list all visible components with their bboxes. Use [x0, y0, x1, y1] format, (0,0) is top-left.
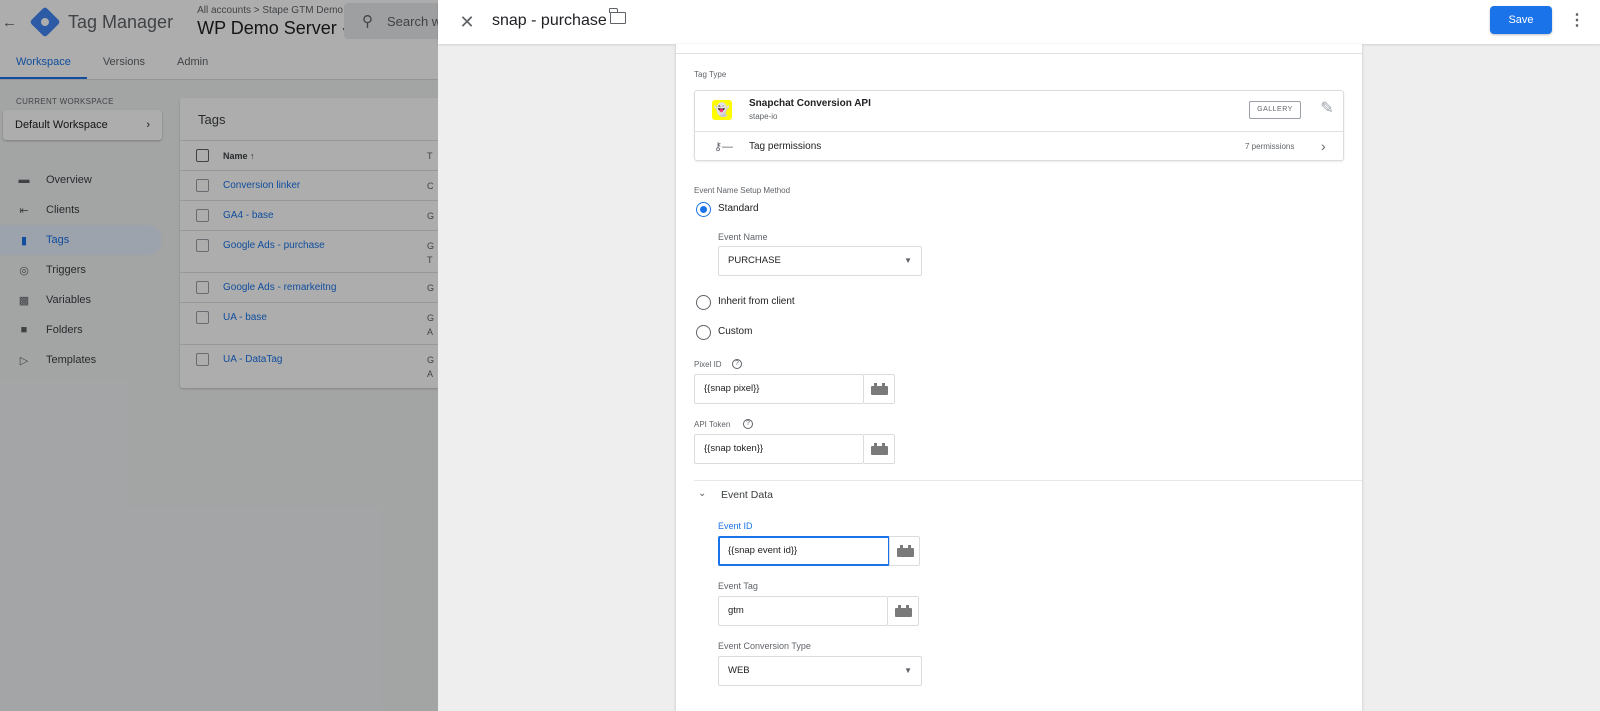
card-divider — [676, 53, 1362, 54]
variable-picker-button[interactable] — [864, 434, 895, 464]
pixel-id-input[interactable]: {{snap pixel}} — [694, 374, 864, 404]
event-id-value: {{snap event id}} — [728, 545, 798, 556]
tag-permissions-row[interactable]: ⚷— Tag permissions 7 permissions › — [695, 131, 1343, 161]
tag-editor-drawer: ✕ snap - purchase Save ⋮ Tag Type 👻 Snap… — [438, 0, 1600, 711]
variable-picker-button[interactable] — [889, 536, 920, 566]
tag-permissions-label: Tag permissions — [749, 141, 822, 152]
permissions-count: 7 permissions — [1245, 142, 1295, 151]
chevron-right-icon: › — [1321, 138, 1326, 154]
snapchat-icon: 👻 — [712, 100, 732, 120]
tag-type-vendor: stape-io — [749, 112, 778, 121]
chevron-down-icon[interactable]: ⌄ — [698, 488, 706, 499]
drawer-header: ✕ snap - purchase Save ⋮ — [438, 0, 1600, 44]
pixel-id-label: Pixel ID — [694, 360, 722, 369]
help-icon[interactable]: ? — [743, 419, 753, 429]
close-icon[interactable]: ✕ — [455, 10, 479, 34]
event-data-section-title[interactable]: Event Data — [721, 489, 773, 501]
key-icon: ⚷— — [714, 141, 734, 153]
tag-configuration-card: Tag Type 👻 Snapchat Conversion API stape… — [676, 44, 1362, 711]
dropdown-arrow-icon: ▼ — [904, 256, 912, 265]
tag-type-label: Tag Type — [694, 70, 727, 79]
save-button[interactable]: Save — [1490, 6, 1552, 34]
event-conversion-type-value: WEB — [728, 665, 750, 676]
radio-custom[interactable] — [696, 325, 711, 340]
gallery-button[interactable]: GALLERY — [1249, 101, 1301, 119]
help-icon[interactable]: ? — [732, 359, 742, 369]
dropdown-arrow-icon: ▼ — [904, 666, 912, 675]
variable-brick-icon — [897, 545, 914, 557]
event-id-input[interactable]: {{snap event id}} — [718, 536, 890, 566]
tag-type-name: Snapchat Conversion API — [749, 98, 871, 109]
tag-name-title[interactable]: snap - purchase — [492, 12, 607, 30]
variable-brick-icon — [871, 443, 888, 455]
event-conversion-type-select[interactable]: WEB ▼ — [718, 656, 922, 686]
tag-type-row[interactable]: 👻 Snapchat Conversion API stape-io GALLE… — [695, 91, 1343, 131]
variable-brick-icon — [895, 605, 912, 617]
api-token-value: {{snap token}} — [704, 443, 764, 454]
section-divider — [694, 480, 1362, 481]
radio-standard-label[interactable]: Standard — [718, 203, 759, 214]
event-name-label: Event Name — [718, 232, 768, 242]
event-name-select[interactable]: PURCHASE ▼ — [718, 246, 922, 276]
radio-inherit-from-client[interactable] — [696, 295, 711, 310]
event-tag-value: gtm — [728, 605, 744, 616]
folder-icon[interactable] — [609, 8, 626, 24]
radio-custom-label[interactable]: Custom — [718, 326, 752, 337]
variable-picker-button[interactable] — [864, 374, 895, 404]
tag-type-box: 👻 Snapchat Conversion API stape-io GALLE… — [694, 90, 1344, 161]
pixel-id-value: {{snap pixel}} — [704, 383, 760, 394]
edit-pencil-icon[interactable]: ✎ — [1317, 99, 1337, 119]
variable-picker-button[interactable] — [888, 596, 919, 626]
event-setup-method-label: Event Name Setup Method — [694, 186, 791, 195]
more-vert-icon[interactable]: ⋮ — [1569, 10, 1585, 32]
event-tag-label: Event Tag — [718, 581, 758, 591]
event-id-label: Event ID — [718, 521, 753, 531]
event-tag-input[interactable]: gtm — [718, 596, 888, 626]
event-name-value: PURCHASE — [728, 255, 781, 266]
radio-standard[interactable] — [696, 202, 711, 217]
variable-brick-icon — [871, 383, 888, 395]
api-token-label: API Token — [694, 420, 731, 429]
api-token-input[interactable]: {{snap token}} — [694, 434, 864, 464]
event-conversion-type-label: Event Conversion Type — [718, 641, 811, 651]
radio-inherit-label[interactable]: Inherit from client — [718, 296, 795, 307]
